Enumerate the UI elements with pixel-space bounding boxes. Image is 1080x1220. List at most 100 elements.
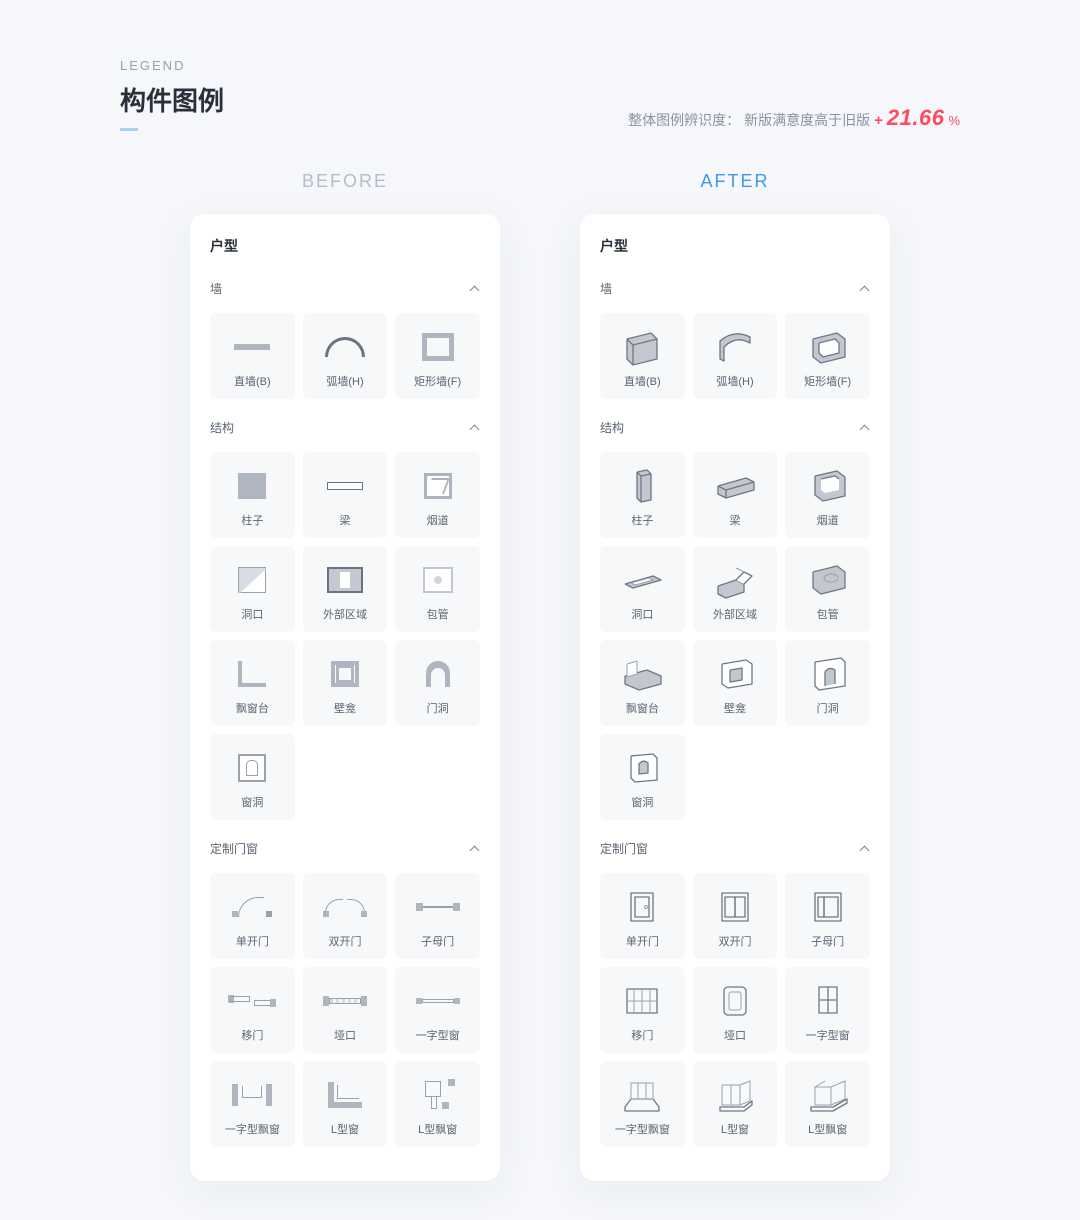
single-door-icon [621, 889, 663, 925]
item-single-door[interactable]: 单开门 [600, 873, 685, 959]
item-label: 矩形墙(F) [414, 376, 461, 389]
item-label: 梁 [729, 515, 740, 528]
item-bay-sill[interactable]: 飘窗台 [600, 640, 685, 726]
item-label: 窗洞 [241, 797, 263, 810]
item-l-bay[interactable]: L型飘窗 [785, 1061, 870, 1147]
opening-icon [621, 562, 663, 598]
item-niche[interactable]: 壁龛 [303, 640, 388, 726]
sub-door-icon [416, 903, 460, 911]
chevron-up-icon [470, 423, 480, 433]
item-window-hole[interactable]: 窗洞 [600, 734, 685, 820]
section-name: 结构 [600, 419, 624, 436]
item-pass[interactable]: 垭口 [693, 967, 778, 1053]
niche-icon [331, 661, 359, 687]
item-opening[interactable]: 洞口 [600, 546, 685, 632]
before-label: BEFORE [190, 171, 500, 192]
item-double-door[interactable]: 双开门 [303, 873, 388, 959]
door-opening-icon [426, 661, 450, 687]
item-label: 外部区域 [713, 609, 757, 622]
item-l-window[interactable]: L型窗 [693, 1061, 778, 1147]
section-header-wall[interactable]: 墙 [210, 274, 480, 303]
item-label: 飘窗台 [236, 703, 269, 716]
section-header-structure[interactable]: 结构 [600, 413, 870, 442]
title-underline [120, 128, 138, 131]
item-door-opening[interactable]: 门洞 [395, 640, 480, 726]
item-line-window[interactable]: 一字型窗 [785, 967, 870, 1053]
item-label: 矩形墙(F) [804, 376, 851, 389]
single-door-icon [232, 897, 272, 917]
section-header-doors[interactable]: 定制门窗 [600, 834, 870, 863]
item-window-hole[interactable]: 窗洞 [210, 734, 295, 820]
item-label: 壁龛 [334, 703, 356, 716]
item-arc-wall[interactable]: 弧墙(H) [693, 313, 778, 399]
item-straight-wall[interactable]: 直墙(B) [600, 313, 685, 399]
section-header-doors[interactable]: 定制门窗 [210, 834, 480, 863]
rect-wall-icon [807, 329, 849, 365]
section-name: 墙 [210, 280, 222, 297]
item-rect-wall[interactable]: 矩形墙(F) [785, 313, 870, 399]
item-line-bay[interactable]: 一字型飘窗 [600, 1061, 685, 1147]
item-pipe[interactable]: 包管 [785, 546, 870, 632]
item-straight-wall[interactable]: 直墙(B) [210, 313, 295, 399]
item-double-door[interactable]: 双开门 [693, 873, 778, 959]
chevron-up-icon [860, 284, 870, 294]
section-name: 定制门窗 [210, 840, 258, 857]
note-prefix: 整体图例辨识度： [628, 110, 740, 130]
line-window-icon [807, 983, 849, 1019]
item-flue[interactable]: 烟道 [785, 452, 870, 538]
line-window-icon [416, 998, 460, 1004]
item-label: 一字型飘窗 [615, 1124, 670, 1137]
item-column[interactable]: 柱子 [210, 452, 295, 538]
arc-wall-icon [714, 329, 756, 365]
item-label: 移门 [631, 1030, 653, 1043]
item-door-opening[interactable]: 门洞 [785, 640, 870, 726]
item-rect-wall[interactable]: 矩形墙(F) [395, 313, 480, 399]
section-grid-wall: 直墙(B) 弧墙(H) 矩形墙(F) [600, 313, 870, 399]
item-label: 单开门 [626, 936, 659, 949]
item-column[interactable]: 柱子 [600, 452, 685, 538]
item-single-door[interactable]: 单开门 [210, 873, 295, 959]
item-pipe[interactable]: 包管 [395, 546, 480, 632]
item-label: L型飘窗 [808, 1124, 847, 1137]
flue-icon [807, 468, 849, 504]
item-sliding-door[interactable]: 移门 [600, 967, 685, 1053]
note-text: 新版满意度高于旧版 [744, 110, 870, 130]
item-label: 垭口 [334, 1030, 356, 1043]
item-label: 柱子 [241, 515, 263, 528]
item-sliding-door[interactable]: 移门 [210, 967, 295, 1053]
item-l-bay[interactable]: L型飘窗 [395, 1061, 480, 1147]
item-sub-door[interactable]: 子母门 [785, 873, 870, 959]
item-line-bay[interactable]: 一字型飘窗 [210, 1061, 295, 1147]
section-name: 结构 [210, 419, 234, 436]
section-header-wall[interactable]: 墙 [600, 274, 870, 303]
section-grid-structure: 柱子 梁 烟道 洞口 外部区域 包管 飘窗台 壁龛 门洞 窗洞 [210, 452, 480, 820]
section-header-structure[interactable]: 结构 [210, 413, 480, 442]
item-sub-door[interactable]: 子母门 [395, 873, 480, 959]
item-l-window[interactable]: L型窗 [303, 1061, 388, 1147]
item-beam[interactable]: 梁 [303, 452, 388, 538]
item-bay-sill[interactable]: 飘窗台 [210, 640, 295, 726]
ext-area-icon [327, 567, 363, 593]
sliding-door-icon [230, 996, 274, 1006]
item-niche[interactable]: 壁龛 [693, 640, 778, 726]
item-arc-wall[interactable]: 弧墙(H) [303, 313, 388, 399]
item-line-window[interactable]: 一字型窗 [395, 967, 480, 1053]
item-label: 包管 [817, 609, 839, 622]
l-window-icon [328, 1082, 362, 1108]
item-opening[interactable]: 洞口 [210, 546, 295, 632]
before-column: BEFORE 户型 墙 直墙(B) 弧墙(H) 矩形墙(F) [190, 171, 500, 1181]
line-bay-window-icon [232, 1084, 272, 1106]
item-flue[interactable]: 烟道 [395, 452, 480, 538]
item-label: 子母门 [421, 936, 454, 949]
opening-icon [238, 567, 266, 593]
pipe-cover-icon [807, 562, 849, 598]
item-beam[interactable]: 梁 [693, 452, 778, 538]
item-ext-area[interactable]: 外部区域 [303, 546, 388, 632]
item-label: 子母门 [811, 936, 844, 949]
item-label: 单开门 [236, 936, 269, 949]
l-bay-window-icon [807, 1077, 849, 1113]
door-opening-icon [807, 656, 849, 692]
item-ext-area[interactable]: 外部区域 [693, 546, 778, 632]
l-window-icon [714, 1077, 756, 1113]
item-pass[interactable]: 垭口 [303, 967, 388, 1053]
